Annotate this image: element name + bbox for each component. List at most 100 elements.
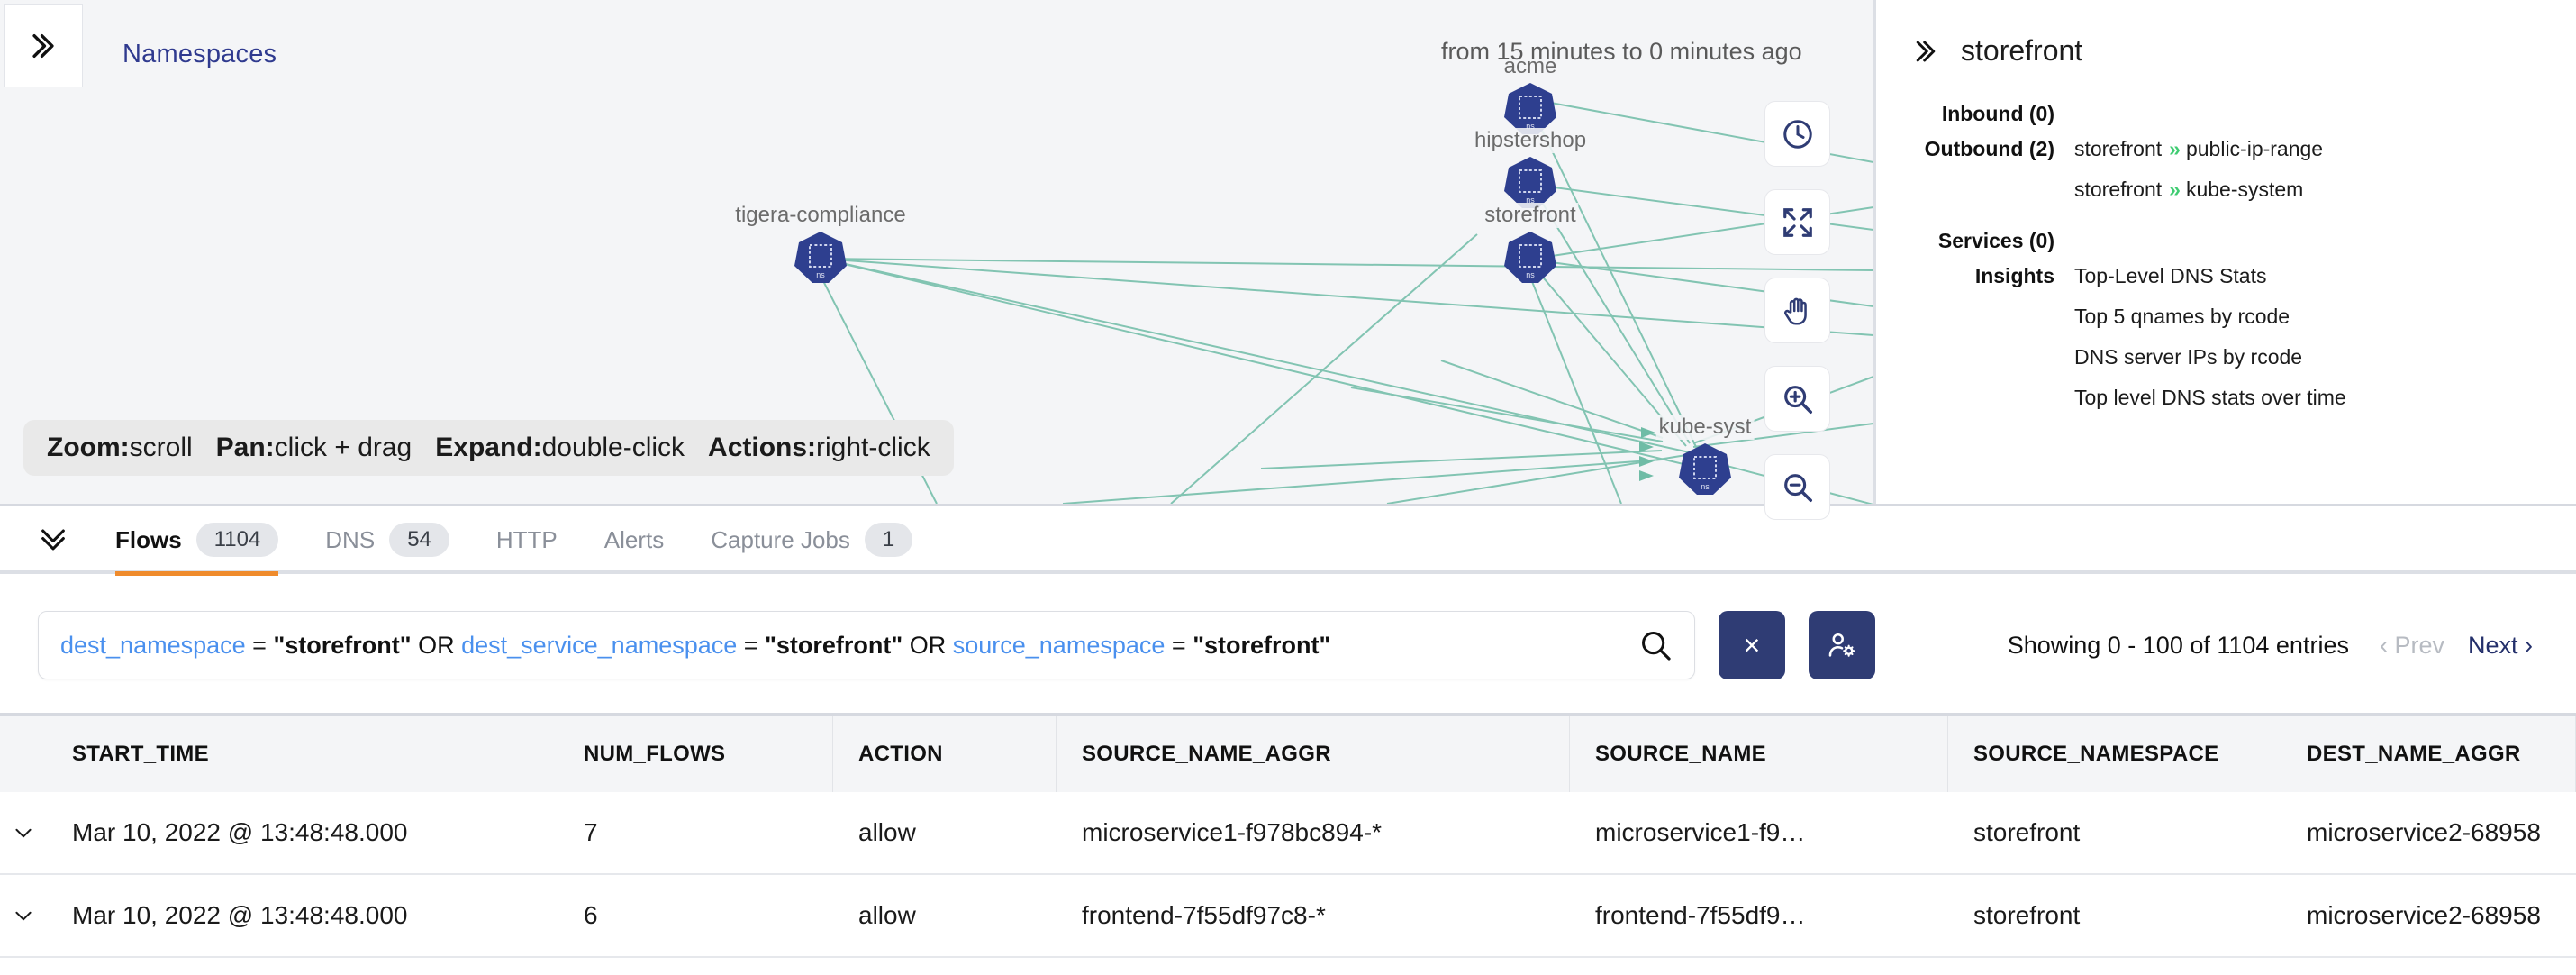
tab-http[interactable]: HTTP (496, 507, 558, 572)
query-token-val: "storefront" (765, 631, 903, 659)
flow-arrow-icon: » (2169, 178, 2181, 201)
hint-expand: Expand:double-click (435, 433, 685, 462)
flow-source: storefront (2074, 137, 2163, 160)
prev-page-button[interactable]: ‹ Prev (2380, 632, 2444, 660)
tab-label: Capture Jobs (711, 525, 850, 553)
pagination: Showing 0 - 100 of 1104 entries ‹ Prev N… (2008, 632, 2533, 660)
query-token-op: = (743, 631, 758, 659)
hint-zoom: Zoom:scroll (47, 433, 193, 462)
detail-panel-header: storefront (1876, 0, 2576, 68)
detail-row-values: Top-Level DNS Stats Top 5 qnames by rcode… (2074, 264, 2576, 426)
cell-source_name: frontend-7f55df9… (1595, 901, 1806, 929)
column-settings-button[interactable] (1809, 611, 1875, 679)
zoom-out-button[interactable] (1764, 454, 1830, 520)
graph-node-label-storefront: storefront (1482, 203, 1579, 228)
user-settings-icon (1828, 633, 1855, 657)
query-token-op: = (1171, 631, 1186, 659)
search-row: dest_namespace = "storefront" OR dest_se… (0, 578, 2576, 713)
detail-panel: storefront Inbound (0) Outbound (2) storef… (1873, 0, 2576, 504)
graph-controls (1764, 101, 1830, 542)
cell-source_name: microservice1-f9… (1595, 818, 1806, 846)
detail-row: Services (0) (1876, 229, 2576, 253)
tab-label: Alerts (603, 525, 665, 553)
graph-collapse-button[interactable] (4, 4, 83, 87)
clear-search-button[interactable]: × (1719, 611, 1785, 679)
chevron-down-icon (15, 911, 32, 921)
graph-hints: Zoom:scroll Pan:click + drag Expand:double… (23, 420, 954, 476)
chevron-double-down-icon (41, 529, 65, 551)
column-header-source_namespace[interactable]: SOURCE_NAMESPACE (1948, 716, 2281, 792)
tab-badge: 54 (389, 523, 449, 557)
hand-icon (1783, 297, 1807, 325)
fit-screen-button[interactable] (1764, 189, 1830, 255)
insight-link[interactable]: Top level DNS stats over time (2074, 386, 2576, 410)
tab-badge: 1104 (195, 523, 279, 557)
time-control-button[interactable] (1764, 101, 1830, 167)
cell-num_flows: 6 (584, 901, 598, 929)
column-header-num_flows[interactable]: NUM_FLOWS (558, 716, 833, 792)
detail-row: Outbound (2) storefront» public-ip-range st… (1876, 137, 2576, 218)
table-row[interactable]: Mar 10, 2022 @ 13:48:48.000 6 allow fronten… (0, 875, 2576, 958)
cell-source_name_aggr: frontend-7f55df97c8-* (1082, 901, 1326, 929)
chevron-double-right-icon (32, 33, 54, 58)
zoom-in-button[interactable] (1764, 366, 1830, 432)
detail-row-label: Inbound (0) (1941, 102, 2054, 125)
tab-flows[interactable]: Flows 1104 (115, 507, 279, 576)
detail-row-label: Insights (1974, 264, 2054, 287)
tab-alerts[interactable]: Alerts (604, 507, 664, 572)
insight-link[interactable]: Top-Level DNS Stats (2074, 264, 2576, 288)
table-row[interactable]: Mar 10, 2022 @ 13:48:48.000 7 allow microse… (0, 792, 2576, 875)
query-token-field: dest_namespace (60, 631, 246, 659)
namespace-node-icon: ns (1679, 443, 1731, 495)
detail-row: Insights Top-Level DNS Stats Top 5 qnames … (1876, 264, 2576, 426)
graph-node-tigera-compliance[interactable]: ns tigera-compliance (732, 203, 909, 286)
showing-entries-label: Showing 0 - 100 of 1104 entries (2007, 631, 2349, 659)
cell-source_namespace: storefront (1973, 818, 2081, 846)
detail-row-values: storefront » public-ip-range storefront » kub… (2074, 137, 2576, 218)
next-page-button[interactable]: Next › (2468, 632, 2533, 660)
close-icon: × (1743, 629, 1761, 661)
flow-source: storefront (2074, 178, 2163, 201)
hint-actions: Actions:right-click (708, 433, 930, 462)
tab-capture-jobs[interactable]: Capture Jobs 1 (711, 507, 913, 572)
chevron-double-right-icon[interactable] (1912, 38, 1939, 65)
column-header-source_name_aggr[interactable]: SOURCE_NAME_AGGR (1057, 716, 1570, 792)
query-token-bool: OR (418, 631, 455, 659)
insight-link[interactable]: DNS server IPs by rcode (2074, 345, 2576, 369)
insight-link[interactable]: Top 5 qnames by rcode (2074, 305, 2576, 329)
column-header-action[interactable]: ACTION (833, 716, 1057, 792)
pan-tool-button[interactable] (1764, 278, 1830, 343)
tab-dns[interactable]: DNS 54 (325, 507, 449, 572)
graph-node-label-tigera-compliance: tigera-compliance (732, 203, 909, 228)
flows-table: START_TIME NUM_FLOWS ACTION SOURCE_NAME_AGG… (0, 713, 2576, 975)
column-header-source_name[interactable]: SOURCE_NAME (1570, 716, 1948, 792)
flow-connection[interactable]: storefront » public-ip-range (2074, 137, 2576, 161)
table-header-spacer (0, 716, 47, 792)
namespace-node-icon: ns (794, 232, 847, 283)
tabs-bar: Flows 1104 DNS 54 HTTP Alerts Capture Jobs 1 (0, 507, 2576, 576)
detail-panel-rows: Inbound (0) Outbound (2) storefront » public… (1876, 102, 2576, 426)
query-text: dest_namespace = "storefront" OR dest_se… (60, 632, 1628, 660)
cell-action: allow (858, 818, 916, 846)
tab-label: Flows (115, 525, 182, 553)
flow-target: kube-system (2185, 178, 2304, 201)
row-expand-button[interactable] (0, 904, 47, 927)
expand-icon (1782, 207, 1812, 237)
graph-node-kube-system[interactable]: ns kube-syst (1655, 415, 1755, 497)
graph-node-label-kube-system: kube-syst (1655, 415, 1755, 440)
column-header-dest_name_aggr[interactable]: DEST_NAME_AGGR (2281, 716, 2576, 792)
page-title: Namespaces (122, 40, 277, 68)
query-token-bool: OR (909, 631, 947, 659)
tabs-collapse-button[interactable] (38, 524, 68, 555)
graph-node-storefront[interactable]: ns storefront (1482, 203, 1579, 300)
search-input[interactable]: dest_namespace = "storefront" OR dest_se… (38, 611, 1695, 679)
detail-panel-title: storefront (1961, 34, 2083, 67)
row-expand-button[interactable] (0, 821, 47, 844)
svg-text:ns: ns (816, 270, 825, 279)
flow-connection[interactable]: storefront » kube-system (2074, 178, 2576, 202)
time-range-label: from 15 minutes to 0 minutes ago (1441, 38, 1802, 65)
search-submit-button[interactable] (1638, 628, 1673, 662)
chevron-down-icon (15, 828, 32, 838)
column-header-start_time[interactable]: START_TIME (47, 716, 558, 792)
table-body: Mar 10, 2022 @ 13:48:48.000 7 allow microse… (0, 792, 2576, 958)
